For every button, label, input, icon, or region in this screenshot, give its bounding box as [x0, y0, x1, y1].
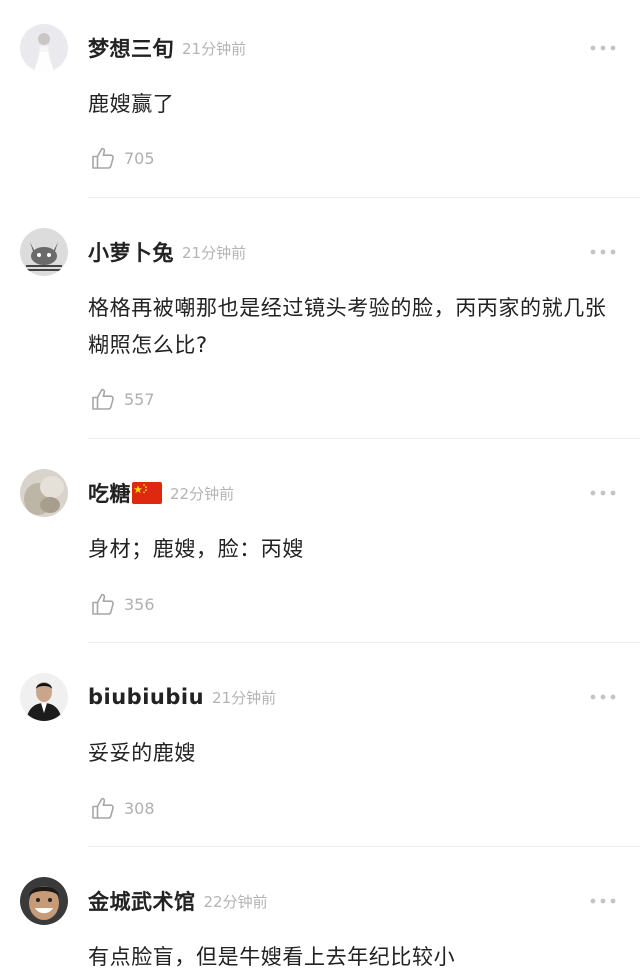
like-button[interactable]: 308: [90, 794, 155, 822]
username[interactable]: biubiubiu: [88, 685, 204, 709]
more-dots-icon[interactable]: [590, 877, 616, 925]
comment-header: 梦想三旬 21分钟前: [88, 24, 246, 72]
comment-header: biubiubiu 21分钟前: [88, 673, 276, 721]
avatar[interactable]: [20, 24, 68, 72]
timestamp: 21分钟前: [212, 688, 277, 707]
more-dots-icon[interactable]: [590, 673, 616, 721]
divider: [88, 846, 640, 847]
more-dots-icon[interactable]: [590, 24, 616, 72]
comment-text: 妥妥的鹿嫂: [88, 741, 196, 765]
like-count: 557: [124, 389, 155, 409]
like-button[interactable]: 557: [90, 385, 155, 413]
comment-text: 身材；鹿嫂，脸：丙嫂: [88, 537, 304, 561]
timestamp: 21分钟前: [182, 39, 247, 58]
timestamp: 22分钟前: [170, 484, 235, 503]
comment-header: 金城武术馆 22分钟前: [88, 877, 268, 925]
thumbs-up-icon: [90, 795, 116, 821]
thumbs-up-icon: [90, 145, 116, 171]
username[interactable]: 吃糖: [88, 478, 131, 508]
divider: [88, 642, 640, 643]
comment-text: 鹿嫂赢了: [88, 92, 175, 116]
like-count: 308: [124, 798, 155, 818]
divider: [88, 438, 640, 439]
more-dots-icon[interactable]: [590, 469, 616, 517]
username[interactable]: 金城武术馆: [88, 886, 196, 916]
comment-text: 格格再被嘲那也是经过镜头考验的脸，丙丙家的就几张糊照怎么比?: [88, 296, 607, 357]
thumbs-up-icon: [90, 386, 116, 412]
like-button[interactable]: 705: [90, 144, 155, 172]
like-button[interactable]: 356: [90, 590, 155, 618]
china-flag-icon: [132, 482, 162, 504]
divider: [88, 197, 640, 198]
comment-header: 吃糖 22分钟前: [88, 469, 234, 517]
avatar[interactable]: [20, 469, 68, 517]
thumbs-up-icon: [90, 591, 116, 617]
timestamp: 21分钟前: [182, 243, 247, 262]
comment-header: 小萝卜兔 21分钟前: [88, 228, 246, 276]
comment-text: 有点脸盲，但是牛嫂看上去年纪比较小: [88, 945, 456, 969]
avatar[interactable]: [20, 673, 68, 721]
username[interactable]: 小萝卜兔: [88, 237, 174, 267]
username[interactable]: 梦想三旬: [88, 33, 174, 63]
more-dots-icon[interactable]: [590, 228, 616, 276]
avatar[interactable]: [20, 228, 68, 276]
like-count: 705: [124, 148, 155, 168]
avatar[interactable]: [20, 877, 68, 925]
like-count: 356: [124, 594, 155, 614]
timestamp: 22分钟前: [203, 892, 268, 911]
